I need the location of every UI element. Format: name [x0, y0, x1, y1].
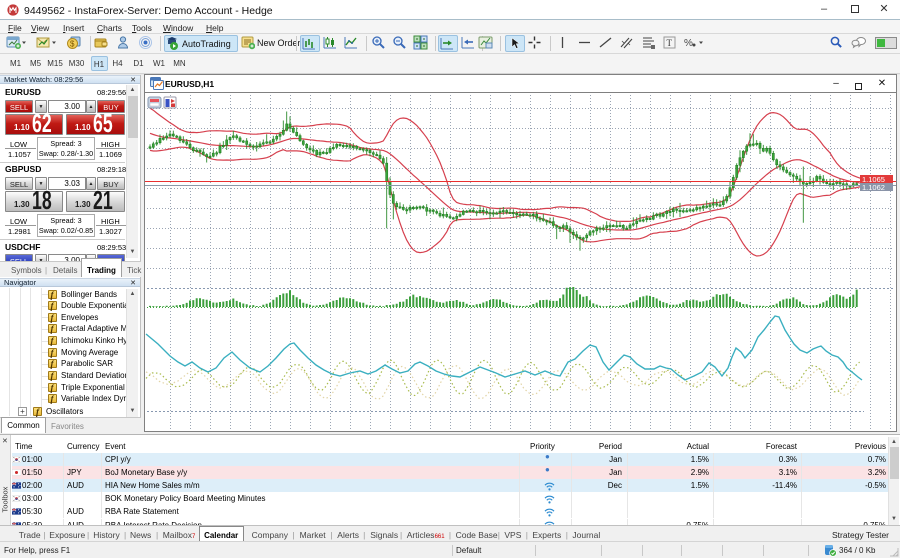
svg-text:%: % [684, 38, 693, 49]
svg-text:1.1062: 1.1062 [862, 183, 885, 192]
svg-text:T: T [667, 38, 673, 48]
svg-text:$: $ [70, 40, 75, 49]
